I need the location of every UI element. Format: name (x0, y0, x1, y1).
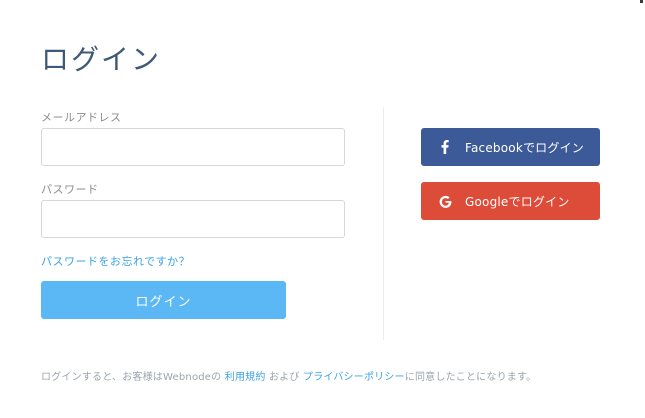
password-label: パスワード (41, 183, 99, 196)
terms-of-service-link[interactable]: 利用規約 (225, 372, 266, 383)
google-icon (437, 195, 453, 208)
page-title: ログイン (41, 43, 162, 76)
email-label: メールアドレス (41, 111, 122, 124)
password-field[interactable] (41, 200, 345, 238)
forgot-password-link[interactable]: パスワードをお忘れですか？ (41, 253, 190, 269)
login-button[interactable]: ログイン (41, 281, 286, 319)
privacy-policy-link[interactable]: プライバシーポリシー (303, 372, 405, 383)
login-page: ログイン メールアドレス パスワード パスワードをお忘れですか？ ログイン Fa… (0, 0, 645, 418)
terms-notice: ログインすると、お客様はWebnodeの 利用規約 および プライバシーポリシー… (41, 368, 536, 383)
facebook-login-label: Facebookでログイン (465, 140, 584, 155)
email-field[interactable] (41, 128, 345, 166)
google-login-button[interactable]: Googleでログイン (421, 182, 600, 220)
corner-mark (640, 0, 643, 3)
terms-notice-prefix: ログインすると、お客様はWebnodeの (41, 372, 222, 383)
terms-notice-middle: および (268, 372, 300, 383)
facebook-login-button[interactable]: Facebookでログイン (421, 128, 600, 166)
facebook-icon (437, 140, 453, 154)
google-login-label: Googleでログイン (465, 194, 570, 209)
terms-notice-suffix: に同意したことになります。 (404, 372, 537, 383)
vertical-divider (383, 107, 384, 340)
